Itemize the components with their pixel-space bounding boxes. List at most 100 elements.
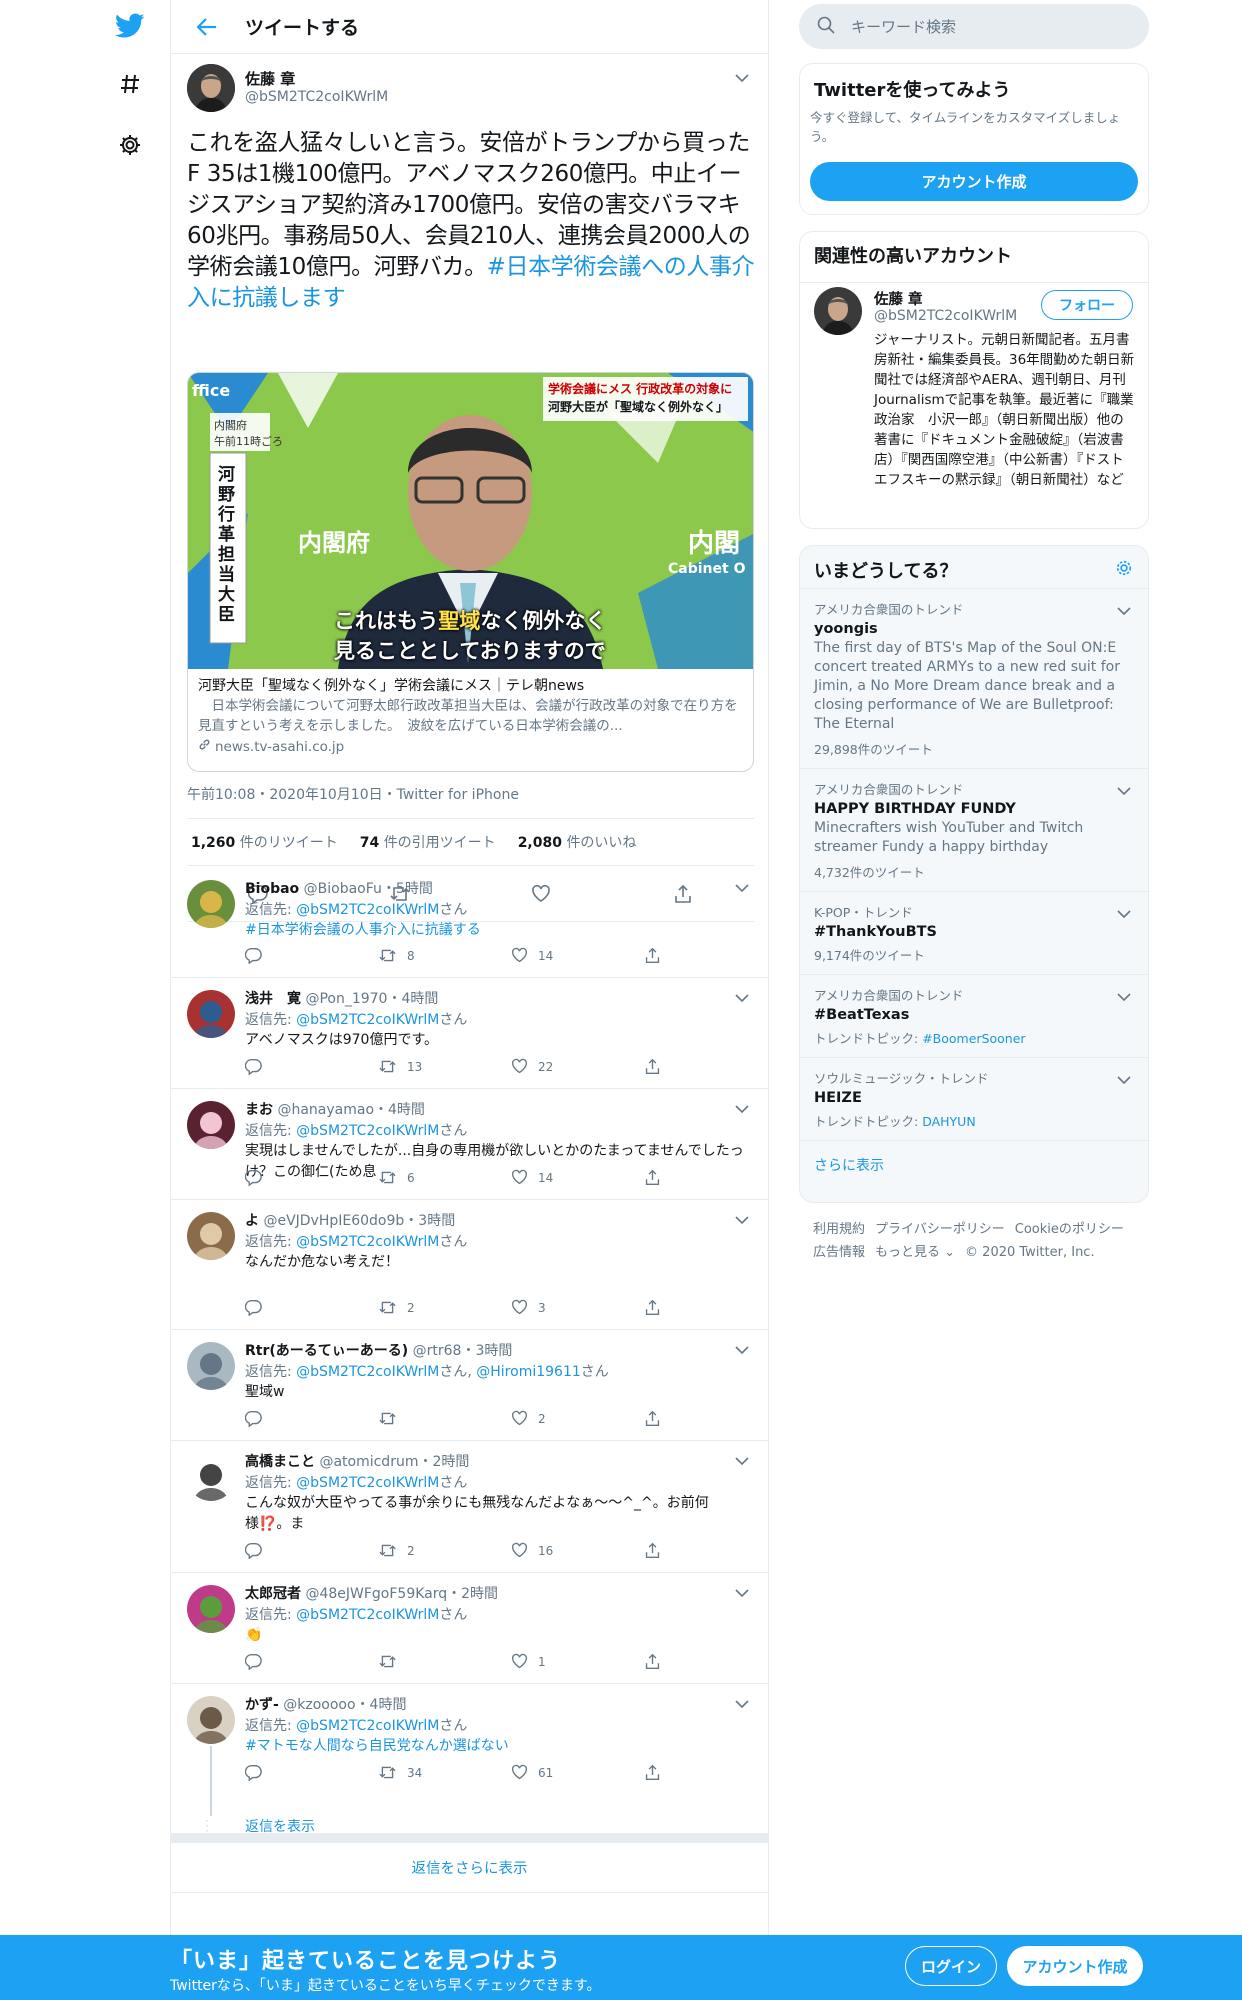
search-input[interactable] — [851, 17, 1111, 36]
reply-time[interactable]: ・3時間 — [461, 1343, 512, 1359]
like-icon[interactable]: 3 — [511, 1299, 546, 1316]
reply-to-mention[interactable]: @bSM2TC2coIKWrlM — [296, 1475, 439, 1491]
chevron-down-icon[interactable] — [732, 1694, 752, 1714]
author-name[interactable]: 佐藤 章 — [245, 68, 295, 89]
like-icon[interactable]: 14 — [511, 1169, 553, 1186]
reply-time[interactable]: ・2時間 — [418, 1454, 469, 1470]
reply-icon[interactable] — [245, 1058, 262, 1075]
like-icon[interactable]: 1 — [511, 1653, 546, 1670]
trend-topic-link[interactable]: #BoomerSooner — [922, 1031, 1025, 1046]
chevron-down-icon[interactable] — [732, 1340, 752, 1360]
link-card[interactable]: 学術会議にメス 行政改革の対象に 河野大臣が「聖域なく例外なく」 内閣府 午前1… — [187, 372, 754, 772]
reply-author-handle[interactable]: @kzooooo — [283, 1697, 355, 1713]
reply-to-mention[interactable]: @bSM2TC2coIKWrlM — [296, 1718, 439, 1734]
chevron-down-icon[interactable] — [732, 1099, 752, 1119]
reply-author-name[interactable]: 太郎冠者 — [245, 1586, 301, 1602]
reply-author-name[interactable]: よ — [245, 1213, 259, 1229]
chevron-down-icon[interactable] — [732, 1451, 752, 1471]
reply-tweet[interactable]: よ @eVJDvHpIE60do9b・3時間 返信先: @bSM2TC2coIKW… — [171, 1200, 768, 1330]
avatar[interactable] — [187, 990, 235, 1038]
trend-item[interactable]: アメリカ合衆国のトレンド HAPPY BIRTHDAY FUNDY Minecraf… — [800, 768, 1148, 891]
share-icon[interactable] — [644, 1542, 661, 1559]
chevron-down-icon[interactable] — [1114, 1070, 1134, 1090]
retweet-icon[interactable] — [378, 1653, 407, 1670]
footer-link-ads[interactable]: 広告情報 — [813, 1245, 865, 1260]
reply-tweet[interactable]: Rtr(あーるてぃーあーる) @rtr68・3時間 返信先: @bSM2TC2co… — [171, 1330, 768, 1441]
reply-tweet[interactable]: Biobao @BiobaoFu・5時間 返信先: @bSM2TC2coIKWrl… — [171, 868, 768, 978]
chevron-down-icon[interactable] — [732, 878, 752, 898]
reply-author-name[interactable]: 浅井 寛 — [245, 991, 301, 1007]
footer-link-privacy[interactable]: プライバシーポリシー — [875, 1222, 1005, 1237]
footer-link-terms[interactable]: 利用規約 — [813, 1222, 865, 1237]
trend-item[interactable]: ソウルミュージック・トレンド HEIZE トレンドトピック: DAHYUN — [800, 1057, 1148, 1140]
like-icon[interactable]: 22 — [511, 1058, 553, 1075]
share-icon[interactable] — [644, 947, 661, 964]
reply-author-handle[interactable]: @atomicdrum — [319, 1454, 418, 1470]
reply-icon[interactable] — [245, 1764, 262, 1781]
reply-author-name[interactable]: 高橋まこと — [245, 1454, 315, 1470]
reply-tweet[interactable]: 高橋まこと @atomicdrum・2時間 返信先: @bSM2TC2coIKWr… — [171, 1441, 768, 1573]
reply-tweet[interactable]: かず- @kzooooo・4時間 返信先: @bSM2TC2coIKWrlMさん #… — [171, 1684, 768, 1837]
reply-author-handle[interactable]: @hanayamao — [277, 1102, 374, 1118]
reply-time[interactable]: ・3時間 — [404, 1213, 455, 1229]
share-icon[interactable] — [644, 1058, 661, 1075]
like-icon[interactable]: 61 — [511, 1764, 553, 1781]
chevron-down-icon[interactable] — [732, 68, 752, 88]
footer-link-cookies[interactable]: Cookieのポリシー — [1015, 1222, 1124, 1237]
retweet-icon[interactable]: 2 — [378, 1299, 415, 1316]
like-icon[interactable]: 14 — [511, 947, 553, 964]
share-icon[interactable] — [644, 1764, 661, 1781]
like-icon[interactable]: 2 — [511, 1410, 546, 1427]
reply-time[interactable]: ・5時間 — [382, 881, 433, 897]
reply-to-mention[interactable]: @bSM2TC2coIKWrlM — [296, 1012, 439, 1028]
chevron-down-icon[interactable] — [732, 988, 752, 1008]
retweet-icon[interactable]: 13 — [378, 1058, 422, 1075]
like-icon[interactable]: 16 — [511, 1542, 553, 1559]
gear-icon[interactable] — [110, 125, 150, 165]
reply-icon[interactable] — [245, 1542, 262, 1559]
avatar[interactable] — [187, 64, 235, 112]
related-handle[interactable]: @bSM2TC2coIKWrlM — [874, 308, 1017, 324]
reply-author-name[interactable]: Rtr(あーるてぃーあーる) — [245, 1343, 408, 1359]
quote-count[interactable]: 74 件の引用ツイート — [360, 832, 496, 852]
reply-author-handle[interactable]: @BiobaoFu — [304, 881, 382, 897]
reply-to-mention[interactable]: @bSM2TC2coIKWrlM — [296, 902, 439, 918]
show-more-trends[interactable]: さらに表示 — [800, 1140, 1148, 1189]
reply-to-mention-2[interactable]: @Hiromi19611 — [476, 1364, 581, 1380]
retweet-icon[interactable]: 34 — [378, 1764, 422, 1781]
twitter-bird-icon[interactable] — [110, 6, 150, 46]
reply-time[interactable]: ・4時間 — [356, 1697, 407, 1713]
like-count[interactable]: 2,080 件のいいね — [518, 832, 637, 852]
reply-author-name[interactable]: まお — [245, 1102, 273, 1118]
login-button[interactable]: ログイン — [905, 1946, 997, 1986]
chevron-down-icon[interactable] — [1114, 904, 1134, 924]
reply-to-mention[interactable]: @bSM2TC2coIKWrlM — [296, 1123, 439, 1139]
chevron-down-icon[interactable] — [732, 1210, 752, 1230]
chevron-down-icon[interactable] — [1114, 601, 1134, 621]
trend-item[interactable]: アメリカ合衆国のトレンド yoongis The first day of BTS'… — [800, 588, 1148, 768]
follow-button[interactable]: フォロー — [1041, 290, 1133, 320]
share-icon[interactable] — [644, 1299, 661, 1316]
avatar[interactable] — [187, 1453, 235, 1501]
reply-author-handle[interactable]: @Pon_1970 — [305, 991, 387, 1007]
reply-author-handle[interactable]: @48eJWFgoF59Karq — [305, 1586, 447, 1602]
search-bar[interactable] — [799, 4, 1149, 49]
reply-icon[interactable] — [245, 1169, 262, 1186]
avatar[interactable] — [187, 1101, 235, 1149]
avatar[interactable] — [187, 1342, 235, 1390]
reply-time[interactable]: ・2時間 — [447, 1586, 498, 1602]
reply-tweet[interactable]: まお @hanayamao・4時間 返信先: @bSM2TC2coIKWrlMさん… — [171, 1089, 768, 1200]
signup-button[interactable]: アカウント作成 — [1007, 1946, 1143, 1986]
reply-icon[interactable] — [245, 1410, 262, 1427]
retweet-icon[interactable] — [378, 1410, 407, 1427]
hashtag-link[interactable]: #マトモな人間なら自民党なんか選ばない — [245, 1738, 509, 1754]
reply-tweet[interactable]: 浅井 寛 @Pon_1970・4時間 返信先: @bSM2TC2coIKWrlMさ… — [171, 978, 768, 1089]
reply-icon[interactable] — [245, 1653, 262, 1670]
footer-link-more[interactable]: もっと見る ⌄ — [875, 1245, 955, 1260]
retweet-count[interactable]: 1,260 件のリツイート — [191, 832, 338, 852]
share-icon[interactable] — [644, 1169, 661, 1186]
create-account-button[interactable]: アカウント作成 — [810, 162, 1138, 201]
avatar[interactable] — [187, 1696, 235, 1744]
avatar[interactable] — [187, 1585, 235, 1633]
gear-icon[interactable] — [1114, 558, 1134, 582]
